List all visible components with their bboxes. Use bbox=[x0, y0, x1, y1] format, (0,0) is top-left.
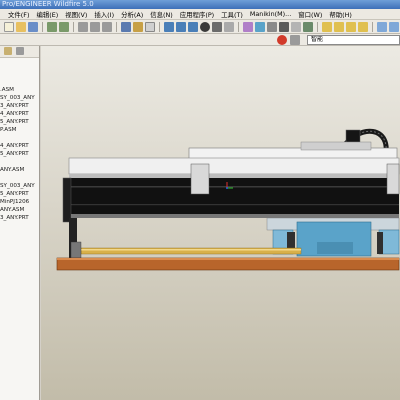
menu-info[interactable]: 信息(N) bbox=[150, 10, 173, 19]
toolbar-separator bbox=[159, 21, 160, 32]
menu-window[interactable]: 窗口(W) bbox=[298, 10, 322, 19]
menu-file[interactable]: 文件(F) bbox=[8, 10, 29, 19]
layers-icon[interactable] bbox=[243, 21, 253, 32]
select-box-icon[interactable] bbox=[145, 21, 155, 32]
toolbar-separator bbox=[116, 21, 117, 32]
menu-analysis[interactable]: 分析(A) bbox=[121, 10, 143, 19]
datum-points-icon[interactable] bbox=[346, 21, 356, 32]
menu-edit[interactable]: 编辑(E) bbox=[36, 10, 58, 19]
no-hidden-icon[interactable] bbox=[291, 21, 301, 32]
regenerate-icon[interactable] bbox=[121, 21, 131, 32]
redo-icon[interactable] bbox=[59, 21, 69, 32]
toolbar-separator bbox=[372, 21, 373, 32]
bracket bbox=[386, 163, 400, 195]
tree-settings-icon[interactable] bbox=[4, 47, 12, 55]
main-beam bbox=[67, 178, 399, 214]
smart-filter-select[interactable]: 智能 bbox=[307, 35, 400, 45]
refit-icon[interactable] bbox=[200, 21, 210, 32]
screw-bearing bbox=[70, 241, 82, 259]
model-tree: .ASM SY_003_ANY 3_ANY.PRT 4_ANY.PRT 5_AN… bbox=[0, 58, 39, 222]
beam-edge bbox=[69, 174, 399, 178]
stop-icon[interactable] bbox=[277, 35, 287, 45]
save-icon[interactable] bbox=[28, 21, 38, 32]
main-toolbar bbox=[0, 20, 400, 34]
view-manager-icon[interactable] bbox=[255, 21, 265, 32]
zoom-out-icon[interactable] bbox=[188, 21, 198, 32]
window-title: Pro/ENGINEER Wildfire 5.0 bbox=[0, 0, 400, 9]
open-folder-icon[interactable] bbox=[16, 21, 26, 32]
tree-item[interactable] bbox=[0, 134, 39, 142]
tree-item[interactable]: 5_ANY.PRT bbox=[0, 118, 39, 126]
toolbar-separator bbox=[42, 21, 43, 32]
tree-item[interactable]: 5_ANY.PRT bbox=[0, 190, 39, 198]
tree-item[interactable]: MinPJ1206 bbox=[0, 198, 39, 206]
undo-icon[interactable] bbox=[47, 21, 57, 32]
tree-item[interactable]: 3_ANY.PRT bbox=[0, 214, 39, 222]
toolbar-separator bbox=[238, 21, 239, 32]
datum-planes-icon[interactable] bbox=[322, 21, 332, 32]
tree-item[interactable] bbox=[0, 158, 39, 166]
tree-filter-icon[interactable] bbox=[16, 47, 24, 55]
tree-item[interactable]: ANY.ASM bbox=[0, 166, 39, 174]
menu-bar: 文件(F) 编辑(E) 视图(V) 插入(I) 分析(A) 信息(N) 应用程序… bbox=[0, 9, 400, 20]
menu-insert[interactable]: 插入(I) bbox=[94, 10, 114, 19]
tree-item[interactable]: SY_003_ANY bbox=[0, 94, 39, 102]
tree-item[interactable]: 4_ANY.PRT bbox=[0, 142, 39, 150]
repaint-icon[interactable] bbox=[164, 21, 174, 32]
toolbar-separator bbox=[73, 21, 74, 32]
coordinate-systems-icon[interactable] bbox=[358, 21, 368, 32]
shading-icon[interactable] bbox=[303, 21, 313, 32]
hidden-line-icon[interactable] bbox=[279, 21, 289, 32]
paste-icon[interactable] bbox=[102, 21, 112, 32]
lead-screw bbox=[80, 247, 302, 255]
model-tree-panel: .ASM SY_003_ANY 3_ANY.PRT 4_ANY.PRT 5_AN… bbox=[0, 46, 40, 400]
model-tree-header bbox=[0, 46, 39, 58]
tree-item[interactable] bbox=[0, 174, 39, 182]
datum-axes-icon[interactable] bbox=[334, 21, 344, 32]
pro-engineer-window: Pro/ENGINEER Wildfire 5.0 文件(F) 编辑(E) 视图… bbox=[0, 0, 400, 400]
tree-item[interactable]: 3_ANY.PRT bbox=[0, 102, 39, 110]
tree-item[interactable]: P.ASM bbox=[0, 126, 39, 134]
menu-manikin[interactable]: Manikin(M)... bbox=[250, 10, 291, 18]
menu-view[interactable]: 视图(V) bbox=[65, 10, 87, 19]
new-file-icon[interactable] bbox=[4, 21, 14, 32]
menu-help[interactable]: 帮助(H) bbox=[329, 10, 352, 19]
menu-applications[interactable]: 应用程序(P) bbox=[180, 10, 214, 19]
saved-views-icon[interactable] bbox=[224, 21, 234, 32]
filter-icon[interactable] bbox=[290, 35, 300, 45]
copy-icon[interactable] bbox=[90, 21, 100, 32]
lower-rail bbox=[71, 214, 399, 218]
tree-item[interactable]: 4_ANY.PRT bbox=[0, 110, 39, 118]
tree-item[interactable]: ANY.ASM bbox=[0, 206, 39, 214]
beam-top-cover bbox=[68, 157, 400, 175]
toolbar-separator bbox=[317, 21, 318, 32]
orient-icon[interactable] bbox=[212, 21, 222, 32]
zoom-in-icon[interactable] bbox=[176, 21, 186, 32]
find-icon[interactable] bbox=[133, 21, 143, 32]
assembly-model-3d bbox=[56, 128, 400, 271]
cut-icon[interactable] bbox=[78, 21, 88, 32]
graphics-window[interactable] bbox=[41, 46, 400, 400]
menu-tools[interactable]: 工具(T) bbox=[221, 10, 243, 19]
end-plate bbox=[62, 177, 72, 223]
tree-item[interactable]: 5_ANY.PRT bbox=[0, 150, 39, 158]
tree-item[interactable]: SY_003_ANY bbox=[0, 182, 39, 190]
bracket bbox=[190, 163, 210, 195]
wireframe-icon[interactable] bbox=[267, 21, 277, 32]
tree-item[interactable]: .ASM bbox=[0, 86, 39, 94]
spin-center-icon[interactable] bbox=[389, 21, 399, 32]
annotations-icon[interactable] bbox=[377, 21, 387, 32]
